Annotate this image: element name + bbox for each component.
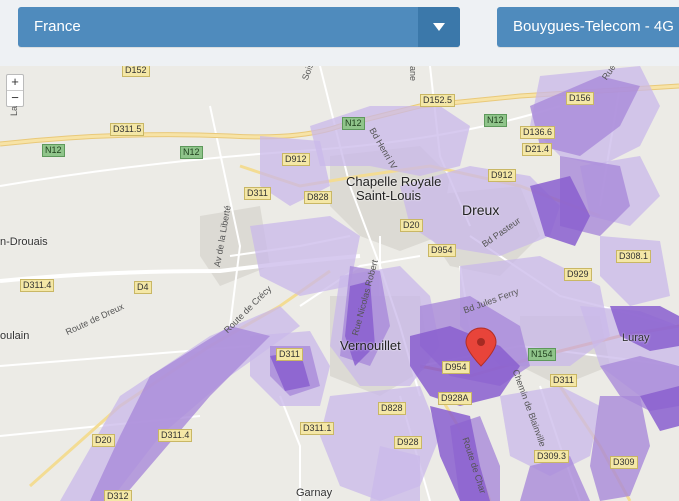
road-shield-d828-a: D828 [304, 191, 332, 204]
place-label-oulain: oulain [0, 330, 30, 342]
road-shield-d912-b: D912 [488, 169, 516, 182]
road-shield-d156: D156 [566, 92, 594, 105]
road-shield-n154: N154 [528, 348, 556, 361]
place-label-chapelle-2: Saint-Louis [356, 188, 422, 203]
operator-select[interactable]: Bouygues-Telecom - 4G [497, 7, 679, 47]
zoom-in-button[interactable]: + [7, 75, 23, 90]
road-shield-d929: D929 [564, 268, 592, 281]
road-shield-n12-c: N12 [342, 117, 365, 130]
coverage-map[interactable]: + − Chapelle Royale Saint-Louis Dreux Ve… [0, 66, 679, 501]
country-select[interactable]: France [18, 7, 460, 47]
road-shield-d312: D312 [104, 490, 132, 501]
road-shield-n12-d: N12 [484, 114, 507, 127]
road-shield-d214: D21.4 [522, 143, 553, 156]
road-shield-d954-a: D954 [428, 244, 456, 257]
road-shield-d20-a: D20 [400, 219, 423, 232]
road-shield-d3111: D311.1 [300, 422, 335, 435]
road-shield-d912-a: D912 [282, 153, 310, 166]
road-shield-d3114-a: D311.4 [20, 279, 55, 292]
road-shield-d3114-b: D311.4 [158, 429, 193, 442]
road-shield-d309: D309 [610, 456, 638, 469]
road-shield-d3093: D309.3 [534, 450, 570, 463]
road-shield-n12-b: N12 [180, 146, 203, 159]
zoom-control: + − [6, 74, 24, 107]
road-shield-d928: D928 [394, 436, 422, 449]
road-shield-d20-b: D20 [92, 434, 115, 447]
road-shield-d311-c: D311 [550, 374, 577, 387]
chevron-down-icon [433, 23, 445, 31]
road-shield-d4: D4 [134, 281, 152, 294]
road-shield-d1366: D136.6 [520, 126, 556, 139]
place-label-luray: Luray [622, 332, 650, 344]
road-shield-d3081: D308.1 [616, 250, 652, 263]
place-label-ane: ane [408, 66, 418, 82]
country-select-value: France [34, 18, 81, 35]
zoom-out-button[interactable]: − [7, 90, 23, 106]
road-shield-d3115: D311.5 [110, 123, 145, 136]
road-shield-d1525: D152.5 [420, 94, 456, 107]
road-shield-d311-b: D311 [276, 348, 303, 361]
place-label-dreux: Dreux [462, 202, 500, 218]
place-label-garnay: Garnay [296, 487, 333, 499]
operator-select-value: Bouygues-Telecom - 4G [513, 18, 674, 35]
place-label-drouais: n-Drouais [0, 236, 48, 248]
place-label-la: La [9, 105, 19, 116]
road-shield-n12-a: N12 [42, 144, 65, 157]
road-shield-d954-b: D954 [442, 361, 470, 374]
road-shield-d928a: D928A [438, 392, 472, 405]
road-shield-d152: D152 [122, 66, 150, 77]
country-dropdown-button[interactable] [418, 7, 460, 47]
place-label-vernouillet: Vernouillet [340, 338, 401, 353]
top-toolbar: France Bouygues-Telecom - 4G [0, 0, 679, 66]
road-shield-d828-b: D828 [378, 402, 406, 415]
road-shield-d311-a: D311 [244, 187, 271, 200]
place-label-chapelle-1: Chapelle Royale [346, 174, 442, 189]
